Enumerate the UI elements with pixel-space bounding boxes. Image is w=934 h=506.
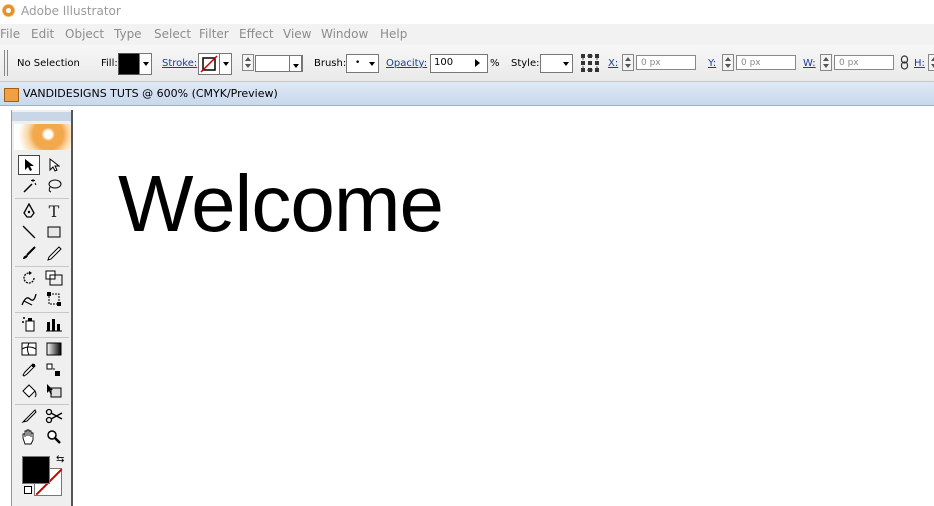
stroke-label[interactable]: Stroke:: [162, 58, 197, 69]
menu-window[interactable]: Window: [321, 27, 368, 41]
opacity-value: 100: [434, 57, 454, 68]
illustrator-app-icon: [2, 4, 15, 17]
control-bar-grip[interactable]: [4, 50, 5, 76]
style-label: Style:: [511, 58, 540, 69]
mesh-tool-icon[interactable]: [18, 339, 40, 359]
stroke-swatch-control[interactable]: [198, 53, 220, 75]
fill-label: Fill:: [101, 58, 118, 69]
live-paint-bucket-tool-icon[interactable]: [18, 381, 40, 401]
eyedropper-tool-icon[interactable]: [18, 360, 40, 380]
y-label[interactable]: Y:: [708, 58, 716, 69]
menu-select[interactable]: Select: [154, 27, 191, 41]
symbol-sprayer-tool-icon[interactable]: [18, 314, 40, 334]
tool-separator: [15, 198, 69, 199]
fill-dropdown[interactable]: [139, 53, 152, 75]
menu-edit[interactable]: Edit: [31, 27, 54, 41]
free-transform-tool-icon[interactable]: [43, 289, 65, 309]
menu-filter[interactable]: Filter: [199, 27, 229, 41]
scissors-tool-icon[interactable]: [43, 406, 65, 426]
type-tool-icon[interactable]: T: [43, 201, 65, 221]
chevron-down-icon: [563, 62, 569, 66]
stroke-weight-stepper[interactable]: [242, 54, 254, 71]
w-label[interactable]: W:: [803, 58, 816, 69]
document-icon: [4, 88, 19, 102]
title-bar: Adobe Illustrator: [0, 0, 934, 24]
tool-separator: [15, 312, 69, 313]
graphic-style-dropdown[interactable]: [540, 54, 573, 73]
pencil-tool-icon[interactable]: [43, 243, 65, 263]
no-stroke-icon: [200, 55, 218, 73]
pen-tool-icon[interactable]: [18, 201, 40, 221]
illustrator-flower-logo: [14, 124, 71, 150]
reference-point-icon[interactable]: [580, 53, 600, 73]
lasso-tool-icon[interactable]: [43, 176, 65, 196]
chevron-right-icon[interactable]: [475, 59, 480, 67]
menu-bar: File Edit Object Type Select Filter Effe…: [0, 24, 934, 45]
menu-type[interactable]: Type: [114, 27, 142, 41]
brush-label: Brush:: [314, 58, 347, 69]
y-field[interactable]: 0 px: [736, 55, 796, 70]
w-field[interactable]: 0 px: [834, 55, 894, 70]
tools-panel-header[interactable]: [12, 112, 71, 121]
tool-separator: [15, 337, 69, 338]
stroke-weight-dropdown[interactable]: [289, 55, 302, 72]
warp-tool-icon[interactable]: [18, 289, 40, 309]
opacity-percent: %: [490, 58, 500, 69]
document-tab[interactable]: VANDIDESIGNS TUTS @ 600% (CMYK/Preview): [0, 82, 934, 106]
swap-fill-stroke-icon[interactable]: ⇆: [56, 454, 64, 465]
magic-wand-tool-icon[interactable]: [18, 176, 40, 196]
default-fill-stroke-icon[interactable]: [24, 486, 32, 494]
hand-tool-icon[interactable]: [18, 427, 40, 447]
gradient-tool-icon[interactable]: [43, 339, 65, 359]
tools-panel: T ⇆: [11, 110, 73, 506]
h-label[interactable]: H:: [914, 58, 925, 69]
slice-tool-icon[interactable]: [18, 406, 40, 426]
x-label[interactable]: X:: [608, 58, 618, 69]
menu-effect[interactable]: Effect: [239, 27, 274, 41]
menu-view[interactable]: View: [283, 27, 311, 41]
scale-tool-icon[interactable]: [43, 268, 65, 288]
document-title: VANDIDESIGNS TUTS @ 600% (CMYK/Preview): [23, 87, 278, 100]
menu-help[interactable]: Help: [380, 27, 407, 41]
canvas-text-object[interactable]: Welcome: [118, 158, 444, 250]
column-graph-tool-icon[interactable]: [43, 314, 65, 334]
fill-swatch-control[interactable]: [118, 53, 140, 75]
tool-separator: [15, 404, 69, 405]
fill-color-swatch[interactable]: [22, 456, 50, 484]
opacity-field[interactable]: 100: [430, 54, 488, 73]
rotate-tool-icon[interactable]: [18, 268, 40, 288]
selection-status: No Selection: [17, 58, 80, 69]
direct-selection-tool-icon[interactable]: [43, 155, 65, 175]
rectangle-tool-icon[interactable]: [43, 222, 65, 242]
x-stepper[interactable]: [622, 54, 634, 71]
menu-file[interactable]: File: [0, 27, 20, 41]
control-bar: No Selection Fill: Stroke: Brush: • Opac…: [0, 45, 934, 82]
blend-tool-icon[interactable]: [43, 360, 65, 380]
stroke-dropdown[interactable]: [219, 53, 232, 75]
y-stepper[interactable]: [722, 54, 734, 71]
paintbrush-tool-icon[interactable]: [18, 243, 40, 263]
live-paint-selection-tool-icon[interactable]: [43, 381, 65, 401]
control-bar-grip-2: [7, 50, 8, 76]
zoom-tool-icon[interactable]: [43, 427, 65, 447]
x-field[interactable]: 0 px: [636, 55, 696, 70]
selection-tool-icon[interactable]: [18, 155, 40, 175]
brush-dropdown[interactable]: •: [346, 54, 379, 73]
window-title: Adobe Illustrator: [21, 4, 121, 18]
tool-separator: [15, 266, 69, 267]
h-stepper[interactable]: [928, 54, 934, 71]
menu-object[interactable]: Object: [65, 27, 104, 41]
opacity-label[interactable]: Opacity:: [386, 58, 427, 69]
brush-dot-icon: •: [355, 58, 361, 68]
chevron-down-icon: [369, 62, 375, 66]
w-stepper[interactable]: [820, 54, 832, 71]
line-segment-tool-icon[interactable]: [18, 222, 40, 242]
constrain-proportions-link-icon[interactable]: [900, 55, 909, 70]
